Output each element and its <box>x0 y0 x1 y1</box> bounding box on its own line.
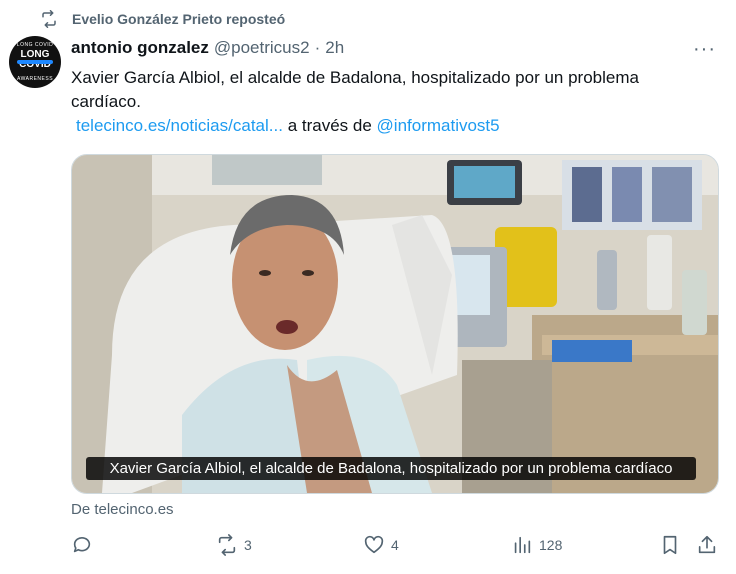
media-video[interactable]: Xavier García Albiol, el alcalde de Bada… <box>71 154 719 494</box>
avatar-bottom-text: AWARENESS <box>16 76 54 82</box>
separator-dot: · <box>314 38 321 57</box>
video-caption: Xavier García Albiol, el alcalde de Bada… <box>86 457 696 480</box>
like-count: 4 <box>391 537 399 553</box>
retweet-count: 3 <box>244 537 252 553</box>
share-button[interactable] <box>696 534 718 556</box>
link-source[interactable]: De telecinco.es <box>71 501 174 518</box>
avatar-ribbon <box>17 60 53 64</box>
tweet-link-row: telecinco.es/noticias/catal... a través … <box>76 116 500 136</box>
views-button[interactable]: 128 <box>511 534 562 556</box>
repost-icon <box>42 10 56 28</box>
avatar-top-text: LONG COVID <box>16 42 54 48</box>
via-handle-link[interactable]: @informativost5 <box>377 116 500 135</box>
tweet-text: Xavier García Albiol, el alcalde de Bada… <box>71 68 639 111</box>
retweet-icon <box>218 534 236 556</box>
like-button[interactable]: 4 <box>363 534 399 556</box>
reply-button[interactable] <box>71 534 99 556</box>
reply-icon <box>73 536 91 553</box>
hospital-scene-image <box>72 155 718 493</box>
author-name[interactable]: antonio gonzalez <box>71 38 209 58</box>
repost-label: Evelio González Prieto reposteó <box>72 11 286 27</box>
share-icon <box>698 535 716 554</box>
author-handle[interactable]: @poetricus2 <box>214 38 310 58</box>
heart-icon <box>364 535 384 554</box>
avatar[interactable]: LONG COVID LONG COVID AWARENESS <box>9 36 61 88</box>
views-count: 128 <box>539 537 563 553</box>
tweet-header: antonio gonzalez @poetricus2 · 2h <box>71 38 344 58</box>
bookmark-icon <box>663 535 677 555</box>
action-bar: 3 4 128 <box>71 534 721 560</box>
views-chart-icon <box>514 536 531 554</box>
bookmark-button[interactable] <box>659 534 681 556</box>
timestamp[interactable]: 2h <box>325 38 344 58</box>
more-options-icon[interactable]: ··· <box>693 38 716 61</box>
article-link[interactable]: telecinco.es/noticias/catal... <box>76 116 283 135</box>
retweet-button[interactable]: 3 <box>216 534 252 556</box>
via-text: a través de <box>287 116 372 135</box>
repost-indicator[interactable]: Evelio González Prieto reposteó <box>40 10 285 28</box>
